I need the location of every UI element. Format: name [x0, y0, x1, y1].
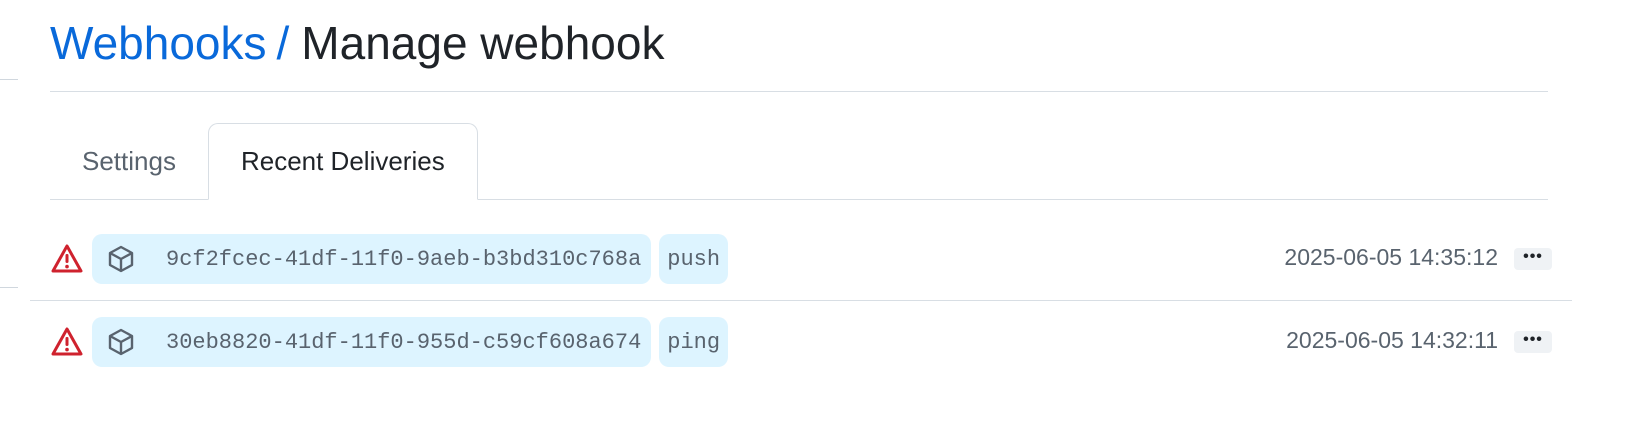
tab-bar: Settings Recent Deliveries: [50, 123, 1548, 200]
delivery-row: 30eb8820-41df-11f0-955d-c59cf608a674 pin…: [30, 300, 1572, 382]
sidebar-edge: [0, 287, 18, 288]
delivery-row: 9cf2fcec-41df-11f0-9aeb-b3bd310c768a pus…: [30, 218, 1572, 300]
package-icon: [106, 327, 136, 357]
page-header: Webhooks / Manage webhook: [50, 0, 1548, 92]
event-badge: push: [659, 234, 729, 284]
breadcrumb-separator: /: [276, 16, 290, 69]
breadcrumb-webhooks-link[interactable]: Webhooks: [50, 17, 267, 69]
delivery-timestamp: 2025-06-05 14:32:11: [1286, 326, 1498, 353]
event-badge: ping: [659, 317, 729, 367]
more-options-button[interactable]: •••: [1514, 248, 1552, 270]
tab-recent-deliveries[interactable]: Recent Deliveries: [207, 123, 478, 200]
delivery-guid-button[interactable]: 30eb8820-41df-11f0-955d-c59cf608a674: [92, 317, 652, 367]
more-options-button[interactable]: •••: [1514, 331, 1552, 353]
sidebar-edge: [0, 79, 18, 80]
delivery-guid: 30eb8820-41df-11f0-955d-c59cf608a674: [166, 329, 642, 355]
delivery-guid: 9cf2fcec-41df-11f0-9aeb-b3bd310c768a: [166, 246, 642, 272]
delivery-timestamp: 2025-06-05 14:35:12: [1284, 243, 1498, 270]
alert-icon: [50, 325, 84, 359]
alert-icon: [50, 242, 84, 276]
page-title: Manage webhook: [301, 16, 665, 69]
tab-settings[interactable]: Settings: [50, 123, 208, 199]
webhook-page: Webhooks / Manage webhook Settings Recent …: [50, 0, 1548, 200]
breadcrumb: Webhooks / Manage webhook: [50, 20, 664, 66]
delivery-guid-button[interactable]: 9cf2fcec-41df-11f0-9aeb-b3bd310c768a: [92, 234, 652, 284]
package-icon: [106, 244, 136, 274]
deliveries-list: 9cf2fcec-41df-11f0-9aeb-b3bd310c768a pus…: [30, 218, 1572, 382]
